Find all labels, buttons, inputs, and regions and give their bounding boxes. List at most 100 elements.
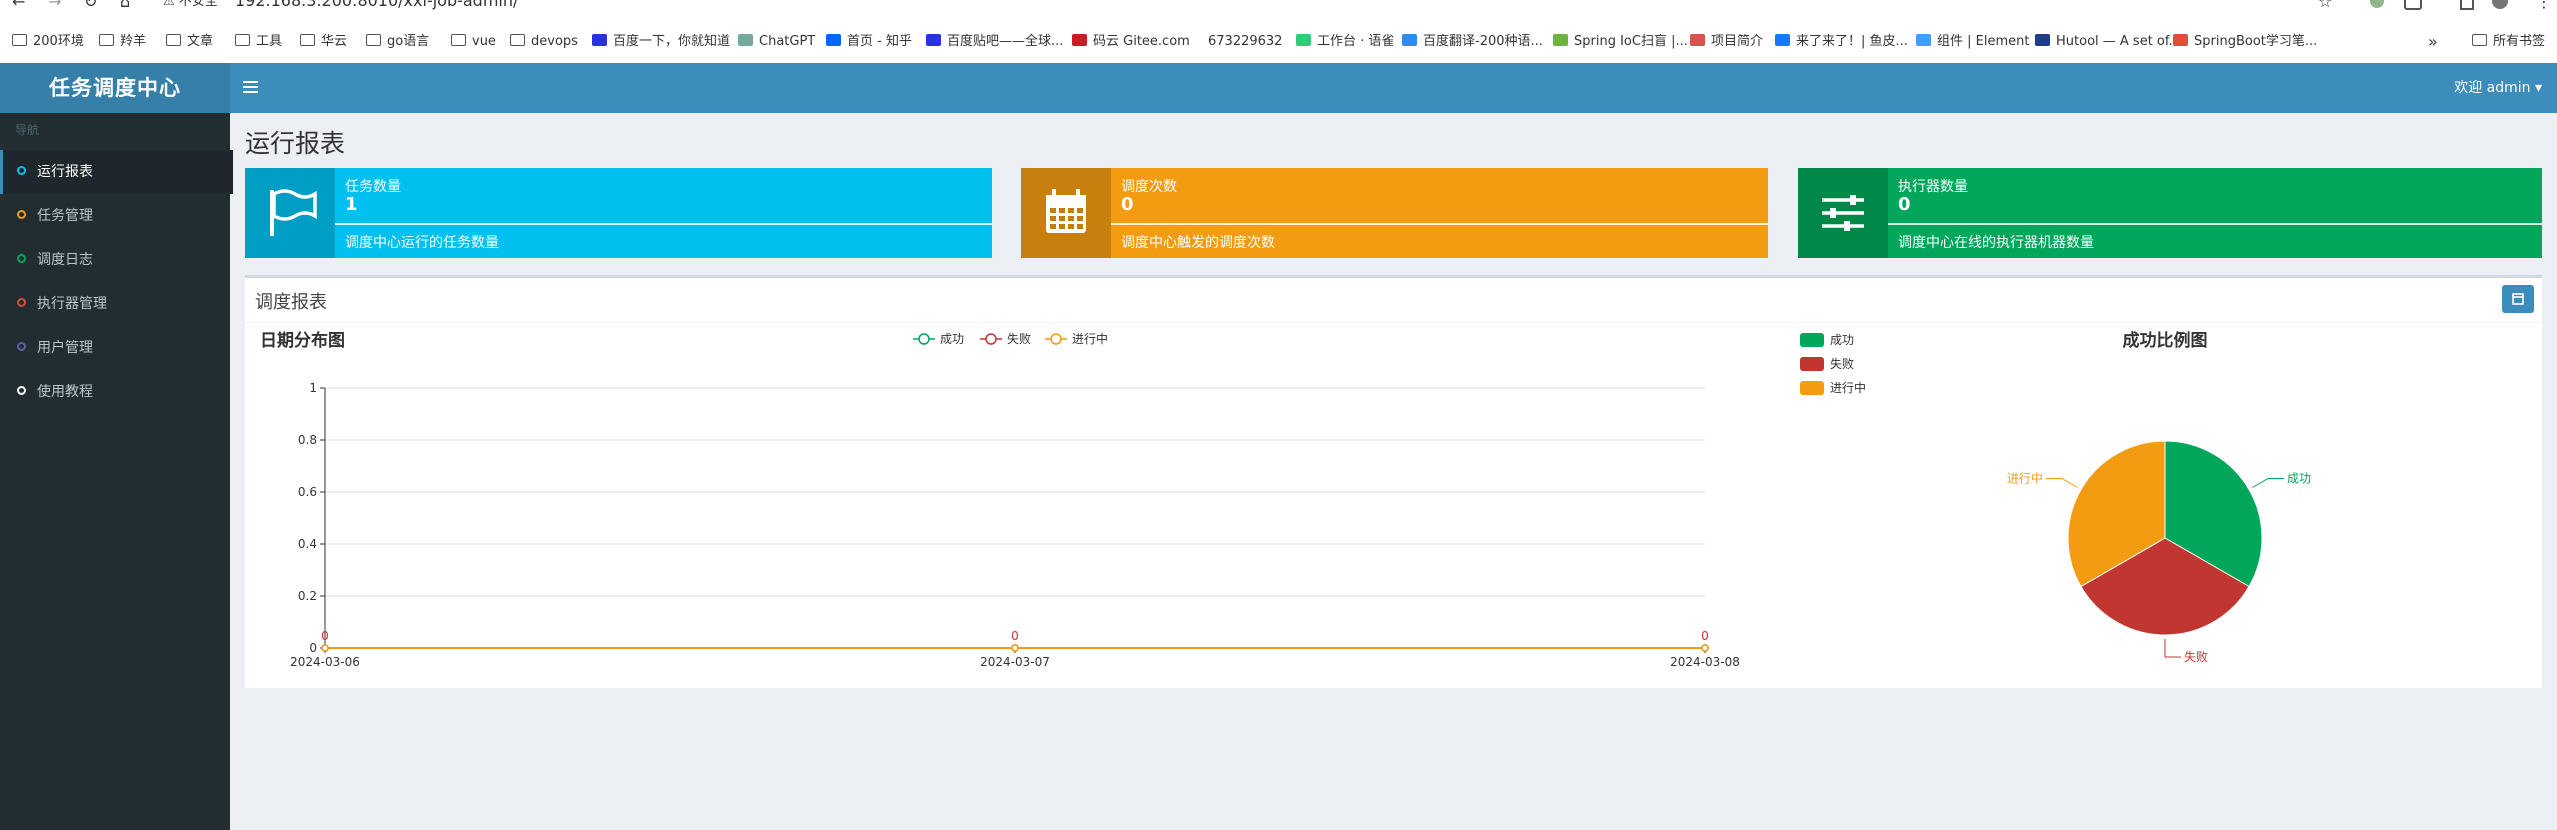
logo[interactable]: 任务调度中心	[0, 63, 230, 113]
info-box-value: 0	[1121, 194, 1134, 215]
bookmark-label: Hutool — A set of...	[2056, 34, 2181, 49]
bookmark-item[interactable]: go语言	[366, 30, 429, 54]
user-menu[interactable]: 欢迎 admin ▾	[2454, 63, 2542, 113]
x-tick-label: 2024-03-08	[1670, 655, 1740, 669]
bookmark-item[interactable]: 组件 | Element	[1916, 30, 2029, 54]
bookmark-item[interactable]: 羚羊	[99, 30, 146, 54]
bookmark-item[interactable]: 文章	[166, 30, 213, 54]
bookmark-item[interactable]: 码云 Gitee.com	[1072, 30, 1190, 54]
all-bookmarks-button[interactable]: 所有书签	[2472, 30, 2545, 54]
legend-label: 失败	[1830, 356, 1854, 371]
info-box-executor-count: 执行器数量 0 调度中心在线的执行器机器数量	[1798, 168, 2542, 258]
legend-item[interactable]: 成功	[913, 332, 964, 346]
bookmark-item[interactable]: 首页 - 知乎	[826, 30, 912, 54]
legend-item[interactable]: 进行中	[1800, 380, 1866, 395]
slice-label: 进行中	[2007, 471, 2043, 486]
bookmark-item[interactable]: 百度贴吧——全球...	[926, 30, 1063, 54]
sidebar-item-report[interactable]: 运行报表	[0, 150, 233, 194]
browser-chrome: ← → ↻ ⌂ ⚠ 不安全 192.168.3.200:8010/xxl-job…	[0, 0, 2557, 63]
hamburger-menu-icon[interactable]	[243, 78, 258, 98]
folder-icon	[99, 34, 114, 46]
kebab-menu-icon[interactable]: ⋮	[2536, 0, 2552, 11]
bookmark-item[interactable]: 673229632	[1208, 30, 1282, 54]
bookmark-label: 羚羊	[120, 34, 147, 49]
sidebar-item-log[interactable]: 调度日志	[0, 238, 230, 282]
data-point[interactable]	[321, 644, 329, 652]
sidepanel-icon[interactable]	[2460, 0, 2474, 10]
puzzle-icon[interactable]	[2404, 0, 2422, 10]
pie-chart: 成功比例图成功失败进行中成功失败进行中	[1800, 330, 2311, 664]
sidebar-item-user[interactable]: 用户管理	[0, 326, 230, 370]
sidebar-item-label: 任务管理	[37, 208, 93, 224]
circle-icon	[17, 298, 26, 307]
forward-arrow-icon[interactable]: →	[48, 0, 61, 12]
star-icon[interactable]: ☆	[2318, 0, 2332, 11]
sidebar-item-job[interactable]: 任务管理	[0, 194, 230, 238]
y-tick-label: 0	[309, 641, 317, 655]
bookmark-item[interactable]: 华云	[300, 30, 347, 54]
spring-icon	[1553, 34, 1568, 46]
reload-icon[interactable]: ↻	[84, 0, 97, 12]
calendar-icon	[2512, 293, 2524, 305]
bookmark-item[interactable]: 工作台 · 语雀	[1296, 30, 1394, 54]
bookmark-label: 200环境	[33, 34, 84, 49]
label-leader	[2164, 639, 2181, 658]
legend-item[interactable]: 成功	[1800, 333, 1854, 347]
legend-item[interactable]: 失败	[980, 331, 1031, 346]
sidebar-item-label: 执行器管理	[37, 296, 107, 312]
sidebar-item-help[interactable]: 使用教程	[0, 370, 230, 414]
folder-icon	[451, 34, 466, 46]
sidebar-item-label: 用户管理	[37, 340, 93, 356]
bookmark-item[interactable]: SpringBoot学习笔...	[2173, 30, 2317, 54]
bookmark-item[interactable]: Hutool — A set of...	[2035, 30, 2181, 54]
sidebar-header: 导航	[15, 123, 40, 137]
app-header: 任务调度中心 欢迎 admin ▾	[0, 63, 2557, 113]
profile-avatar[interactable]	[2492, 0, 2508, 9]
bookmark-label: 文章	[187, 34, 214, 49]
fanyi-icon	[1402, 34, 1417, 46]
line-chart: 日期分布图 成功 失败 进行中 0 0.2 0.4 0.6 0.8 1 2024-03-06 2024…	[260, 330, 1740, 669]
bookmark-item[interactable]: 百度一下，你就知道	[592, 30, 730, 54]
bookmark-label: ChatGPT	[759, 34, 816, 49]
info-box-description: 调度中心触发的调度次数	[1121, 235, 1275, 251]
folder-icon	[510, 34, 525, 46]
date-filter-button[interactable]	[2502, 285, 2534, 313]
bookmark-item[interactable]: devops	[510, 30, 578, 54]
legend-item[interactable]: 失败	[1800, 356, 1854, 371]
legend-item[interactable]: 进行中	[1045, 331, 1108, 346]
springboot-icon	[2173, 34, 2188, 46]
sidebar-item-executor[interactable]: 执行器管理	[0, 282, 230, 326]
sidebar-item-label: 运行报表	[37, 164, 93, 180]
bookmark-item[interactable]: 200环境	[12, 30, 84, 54]
back-arrow-icon[interactable]: ←	[12, 0, 25, 12]
extension-icon[interactable]	[2370, 0, 2384, 8]
bookmark-item[interactable]: 百度翻译-200种语...	[1402, 30, 1543, 54]
bookmarks-overflow-button[interactable]: »	[2428, 30, 2438, 54]
gitee-icon	[1072, 34, 1087, 46]
bookmark-label: vue	[472, 34, 496, 49]
legend-label: 进行中	[1830, 380, 1866, 395]
folder-icon	[166, 34, 181, 46]
legend-label: 成功	[1830, 333, 1854, 347]
circle-icon	[17, 166, 26, 175]
bookmark-item[interactable]: 项目简介	[1690, 30, 1763, 54]
legend-label: 失败	[1007, 331, 1031, 346]
info-box-schedule-count: 调度次数 0 调度中心触发的调度次数	[1021, 168, 1768, 258]
bookmark-label: 工作台 · 语雀	[1317, 34, 1395, 49]
home-icon[interactable]: ⌂	[120, 0, 130, 12]
bookmark-item[interactable]: Spring IoC扫盲 |...	[1553, 30, 1688, 54]
url-input[interactable]: 192.168.3.200:8010/xxl-job-admin/	[235, 0, 518, 11]
bookmark-label: 组件 | Element	[1937, 34, 2030, 49]
y-tick-label: 0.2	[298, 589, 317, 603]
data-point[interactable]	[1011, 644, 1019, 652]
info-box-title: 调度次数	[1121, 179, 1177, 195]
bookmark-item[interactable]: 工具	[235, 30, 282, 54]
insecure-badge[interactable]: ⚠ 不安全	[163, 0, 218, 12]
line-chart-title: 日期分布图	[260, 330, 345, 351]
y-tick-label: 0.4	[298, 537, 317, 551]
bookmark-item[interactable]: ChatGPT	[738, 30, 815, 54]
bookmark-item[interactable]: 来了来了！| 鱼皮...	[1775, 30, 1908, 54]
data-label: 0	[1011, 629, 1019, 643]
data-point[interactable]	[1701, 644, 1709, 652]
bookmark-item[interactable]: vue	[451, 30, 496, 54]
